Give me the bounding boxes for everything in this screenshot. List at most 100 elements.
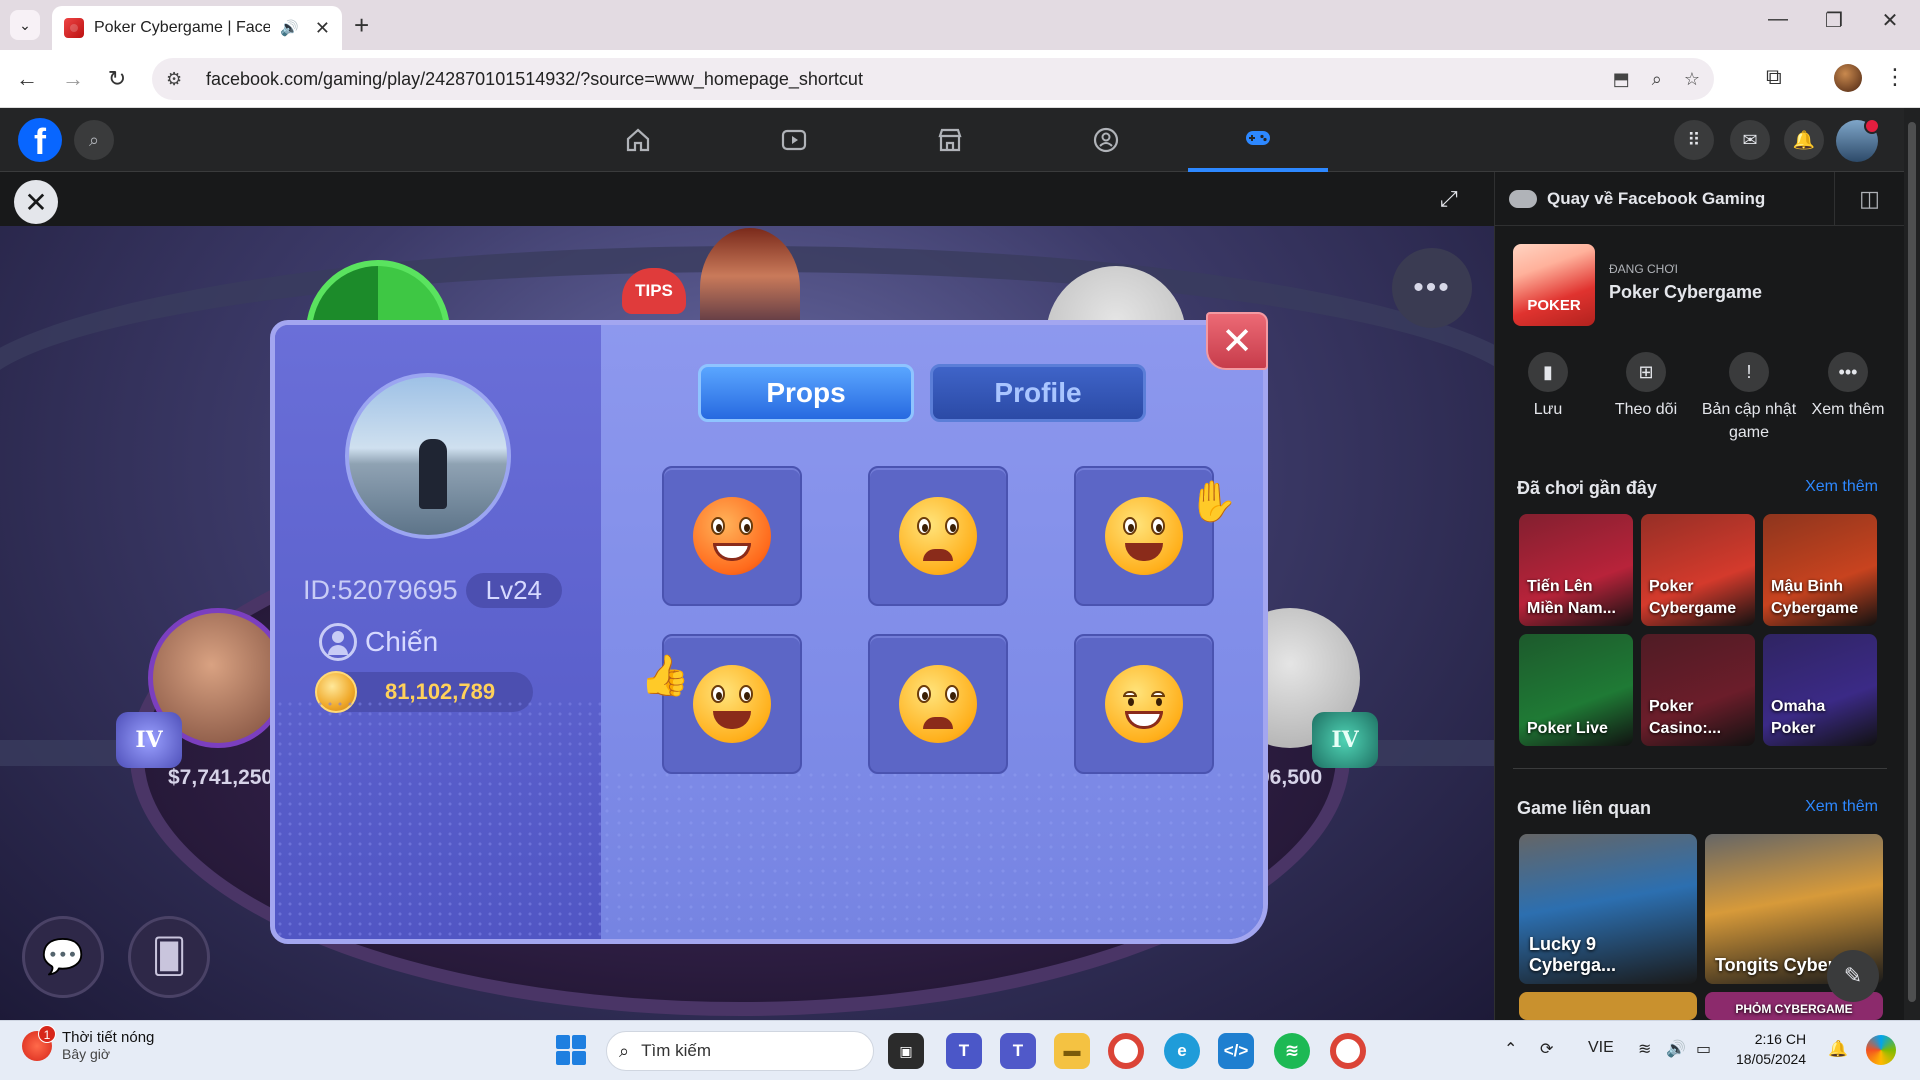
nav-marketplace[interactable] [880, 108, 1020, 172]
recent-game-tile[interactable]: Mậu Binh Cybergame [1763, 514, 1877, 626]
speaker-icon[interactable]: 🔊 [280, 19, 299, 37]
forward-arrow-icon[interactable]: → [58, 64, 88, 94]
related-game-tile[interactable]: Lucky 9 Cyberga... [1519, 834, 1697, 984]
browser-tab-active[interactable]: Poker Cybergame | Facebook 🔊 ✕ [52, 6, 342, 50]
edge-icon[interactable]: e [1164, 1033, 1200, 1069]
waving-emoji-icon [1105, 497, 1183, 575]
install-app-icon[interactable]: ⬒ [1613, 69, 1630, 90]
update-icon: ! [1729, 352, 1769, 392]
window-close-icon[interactable]: ✕ [1870, 8, 1910, 33]
game-canvas[interactable]: TIPS ••• IV $7,741,250 IV 96,500 💬 🂠 ID:… [0, 226, 1494, 1020]
back-arrow-icon[interactable]: ← [12, 64, 42, 94]
menu-grid-icon[interactable]: ⠿ [1674, 120, 1714, 160]
minimize-icon[interactable]: — [1758, 8, 1798, 31]
copilot-icon[interactable] [1866, 1035, 1896, 1065]
chrome-profile-icon[interactable] [1330, 1033, 1366, 1069]
windows-start-icon[interactable] [556, 1035, 586, 1065]
messenger-icon[interactable]: ✉ [1730, 120, 1770, 160]
address-bar[interactable]: ⚙ facebook.com/gaming/play/2428701015149… [152, 58, 1714, 100]
tab-props[interactable]: Props [698, 364, 914, 422]
related-games-see-more[interactable]: Xem thêm [1805, 798, 1878, 816]
tab-close-icon[interactable]: ✕ [315, 18, 330, 39]
page-scrollbar[interactable] [1904, 108, 1920, 1020]
new-message-icon[interactable]: ✎ [1827, 950, 1879, 1002]
related-game-tile-partial[interactable] [1519, 992, 1697, 1020]
chat-bubble-icon[interactable]: 💬 [22, 916, 104, 998]
url-text[interactable]: facebook.com/gaming/play/242870101514932… [206, 69, 1591, 90]
teams-icon[interactable]: T [1000, 1033, 1036, 1069]
language-indicator[interactable]: VIE [1588, 1039, 1614, 1057]
new-tab-button[interactable]: + [354, 10, 369, 40]
tab-profile[interactable]: Profile [930, 364, 1146, 422]
windows-taskbar: 1 Thời tiết nóng Bây giờ ⌕ Tìm kiếm ▣ T … [0, 1020, 1920, 1080]
close-game-icon[interactable]: ✕ [14, 180, 58, 224]
tab-search-button[interactable]: ⌄ [10, 10, 40, 40]
sync-icon[interactable]: ⟳ [1540, 1039, 1553, 1059]
related-games-title: Game liên quan [1517, 798, 1652, 818]
prop-laughing-emoji[interactable] [1074, 634, 1214, 774]
more-actions-button[interactable]: ••• Xem thêm [1803, 352, 1893, 421]
nav-gaming[interactable] [1188, 108, 1328, 172]
player-profile-dialog: ID:52079695 Lv24 Chiến 81,102,789 Props … [270, 312, 1268, 944]
save-game-button[interactable]: ▮ Lưu [1503, 352, 1593, 421]
chrome-icon[interactable] [1108, 1033, 1144, 1069]
tab-title: Poker Cybergame | Facebook [94, 19, 271, 36]
player-id: ID:52079695 [303, 575, 458, 605]
dialog-close-button[interactable]: ✕ [1206, 312, 1268, 370]
browser-profile-avatar[interactable] [1834, 64, 1862, 92]
now-playing-thumbnail[interactable]: POKER [1513, 244, 1595, 326]
weather-widget[interactable]: 1 Thời tiết nóng Bây giờ [22, 1024, 154, 1062]
cards-icon[interactable]: 🂠 [128, 916, 210, 998]
restore-icon[interactable]: ❐ [1814, 8, 1854, 33]
notification-bell-icon[interactable]: 🔔 [1828, 1039, 1848, 1059]
angry-emoji-icon [693, 497, 771, 575]
file-explorer-icon[interactable]: ▬ [1054, 1033, 1090, 1069]
browser-menu-icon[interactable]: ⋮ [1884, 64, 1906, 90]
recent-game-tile[interactable]: Tiến Lên Miền Nam... [1519, 514, 1633, 626]
reload-icon[interactable]: ↻ [102, 64, 132, 94]
bookmark-star-icon[interactable]: ☆ [1684, 69, 1700, 90]
battery-icon[interactable]: ▭ [1696, 1039, 1711, 1059]
wifi-icon[interactable]: ≋ [1638, 1039, 1651, 1059]
follow-game-button[interactable]: ⊞ Theo dõi [1601, 352, 1691, 421]
prop-waving-emoji[interactable]: ✋ [1074, 466, 1238, 606]
facebook-search-icon[interactable]: ⌕ [74, 120, 114, 160]
account-avatar[interactable] [1836, 118, 1880, 162]
prop-angry-emoji[interactable] [662, 466, 802, 606]
recent-game-tile[interactable]: Poker Live [1519, 634, 1633, 746]
clock[interactable]: 2:16 CH 18/05/2024 [1736, 1029, 1806, 1069]
collapse-sidebar-icon[interactable]: ◫ [1834, 172, 1904, 226]
gamepad-icon [1246, 131, 1270, 145]
volume-icon[interactable]: 🔊 [1666, 1039, 1686, 1059]
nav-watch[interactable] [724, 108, 864, 172]
tray-overflow-icon[interactable]: ⌃ [1504, 1039, 1517, 1059]
recent-game-tile[interactable]: Omaha Poker [1763, 634, 1877, 746]
site-info-icon[interactable]: ⚙ [166, 69, 196, 90]
spotify-icon[interactable]: ≋ [1274, 1033, 1310, 1069]
store-icon [938, 128, 962, 152]
player-level: Lv24 [465, 573, 563, 608]
prop-thumbs-up-emoji[interactable]: 👍 [640, 634, 802, 774]
prop-pleading-emoji[interactable] [868, 634, 1008, 774]
zoom-icon[interactable]: ⌕ [1652, 69, 1662, 90]
taskbar-search[interactable]: ⌕ Tìm kiếm [606, 1031, 874, 1071]
player-avatar [345, 373, 511, 539]
notifications-icon[interactable]: 🔔 [1784, 120, 1824, 160]
now-playing-title[interactable]: Poker Cybergame [1609, 282, 1762, 303]
recently-played-see-more[interactable]: Xem thêm [1805, 478, 1878, 496]
recent-game-tile[interactable]: Poker Cybergame [1641, 514, 1755, 626]
thumbs-up-icon: 👍 [640, 654, 690, 698]
facebook-logo-icon[interactable]: f [18, 118, 62, 162]
prop-crying-emoji[interactable] [868, 466, 1008, 606]
rank-badge-left: IV [116, 712, 182, 768]
extensions-icon[interactable]: ⧉ [1766, 64, 1782, 90]
teams-chat-icon[interactable]: T [946, 1033, 982, 1069]
vscode-icon[interactable]: </> [1218, 1033, 1254, 1069]
nav-home[interactable] [568, 108, 708, 172]
task-view-icon[interactable]: ▣ [888, 1033, 924, 1069]
fullscreen-icon[interactable]: ⤢ [1440, 186, 1458, 212]
recent-game-tile[interactable]: Poker Casino:... [1641, 634, 1755, 746]
nav-groups[interactable] [1036, 108, 1176, 172]
game-menu-icon[interactable]: ••• [1392, 248, 1472, 328]
game-updates-button[interactable]: ! Bản cập nhật game [1701, 352, 1797, 444]
